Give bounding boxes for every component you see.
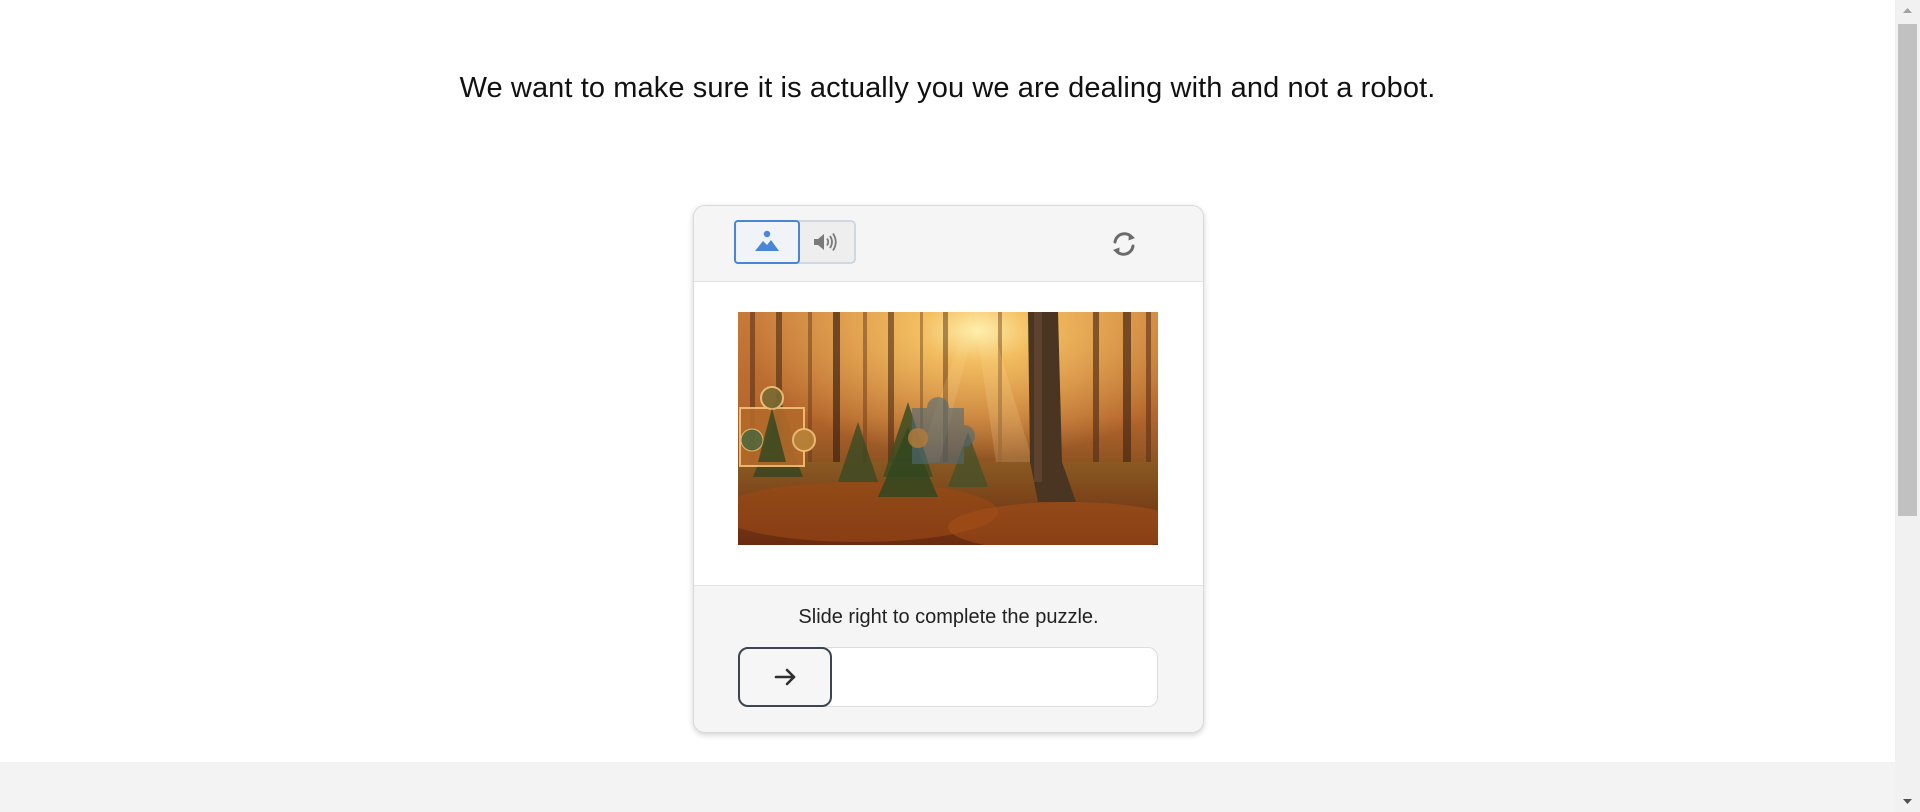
- image-mode-button[interactable]: [734, 220, 800, 264]
- forest-puzzle-picture: [738, 312, 1158, 545]
- captcha-header: [694, 206, 1203, 282]
- puzzle-image: [738, 312, 1158, 545]
- refresh-button[interactable]: [1106, 226, 1142, 262]
- image-icon: [755, 230, 779, 251]
- triangle-down-icon: [1903, 799, 1912, 804]
- slider-handle[interactable]: [738, 647, 832, 707]
- scroll-down-button[interactable]: [1895, 792, 1920, 812]
- refresh-icon: [1113, 232, 1135, 256]
- page-footer: [0, 762, 1895, 812]
- scrollbar-thumb[interactable]: [1898, 24, 1917, 516]
- scroll-up-button[interactable]: [1895, 0, 1920, 20]
- page-heading: We want to make sure it is actually you …: [459, 72, 1436, 104]
- arrow-right-icon: [774, 668, 796, 686]
- captcha-widget: Slide right to complete the puzzle.: [693, 205, 1204, 733]
- instruction-text: Slide right to complete the puzzle.: [798, 606, 1099, 628]
- captcha-body: [694, 282, 1203, 586]
- speaker-icon: [814, 233, 837, 251]
- mode-toggle: [734, 220, 856, 264]
- triangle-up-icon: [1903, 8, 1912, 13]
- captcha-controls: Slide right to complete the puzzle.: [694, 586, 1203, 732]
- audio-mode-button[interactable]: [800, 222, 854, 262]
- vertical-scrollbar[interactable]: [1895, 0, 1920, 812]
- page: We want to make sure it is actually you …: [0, 0, 1920, 812]
